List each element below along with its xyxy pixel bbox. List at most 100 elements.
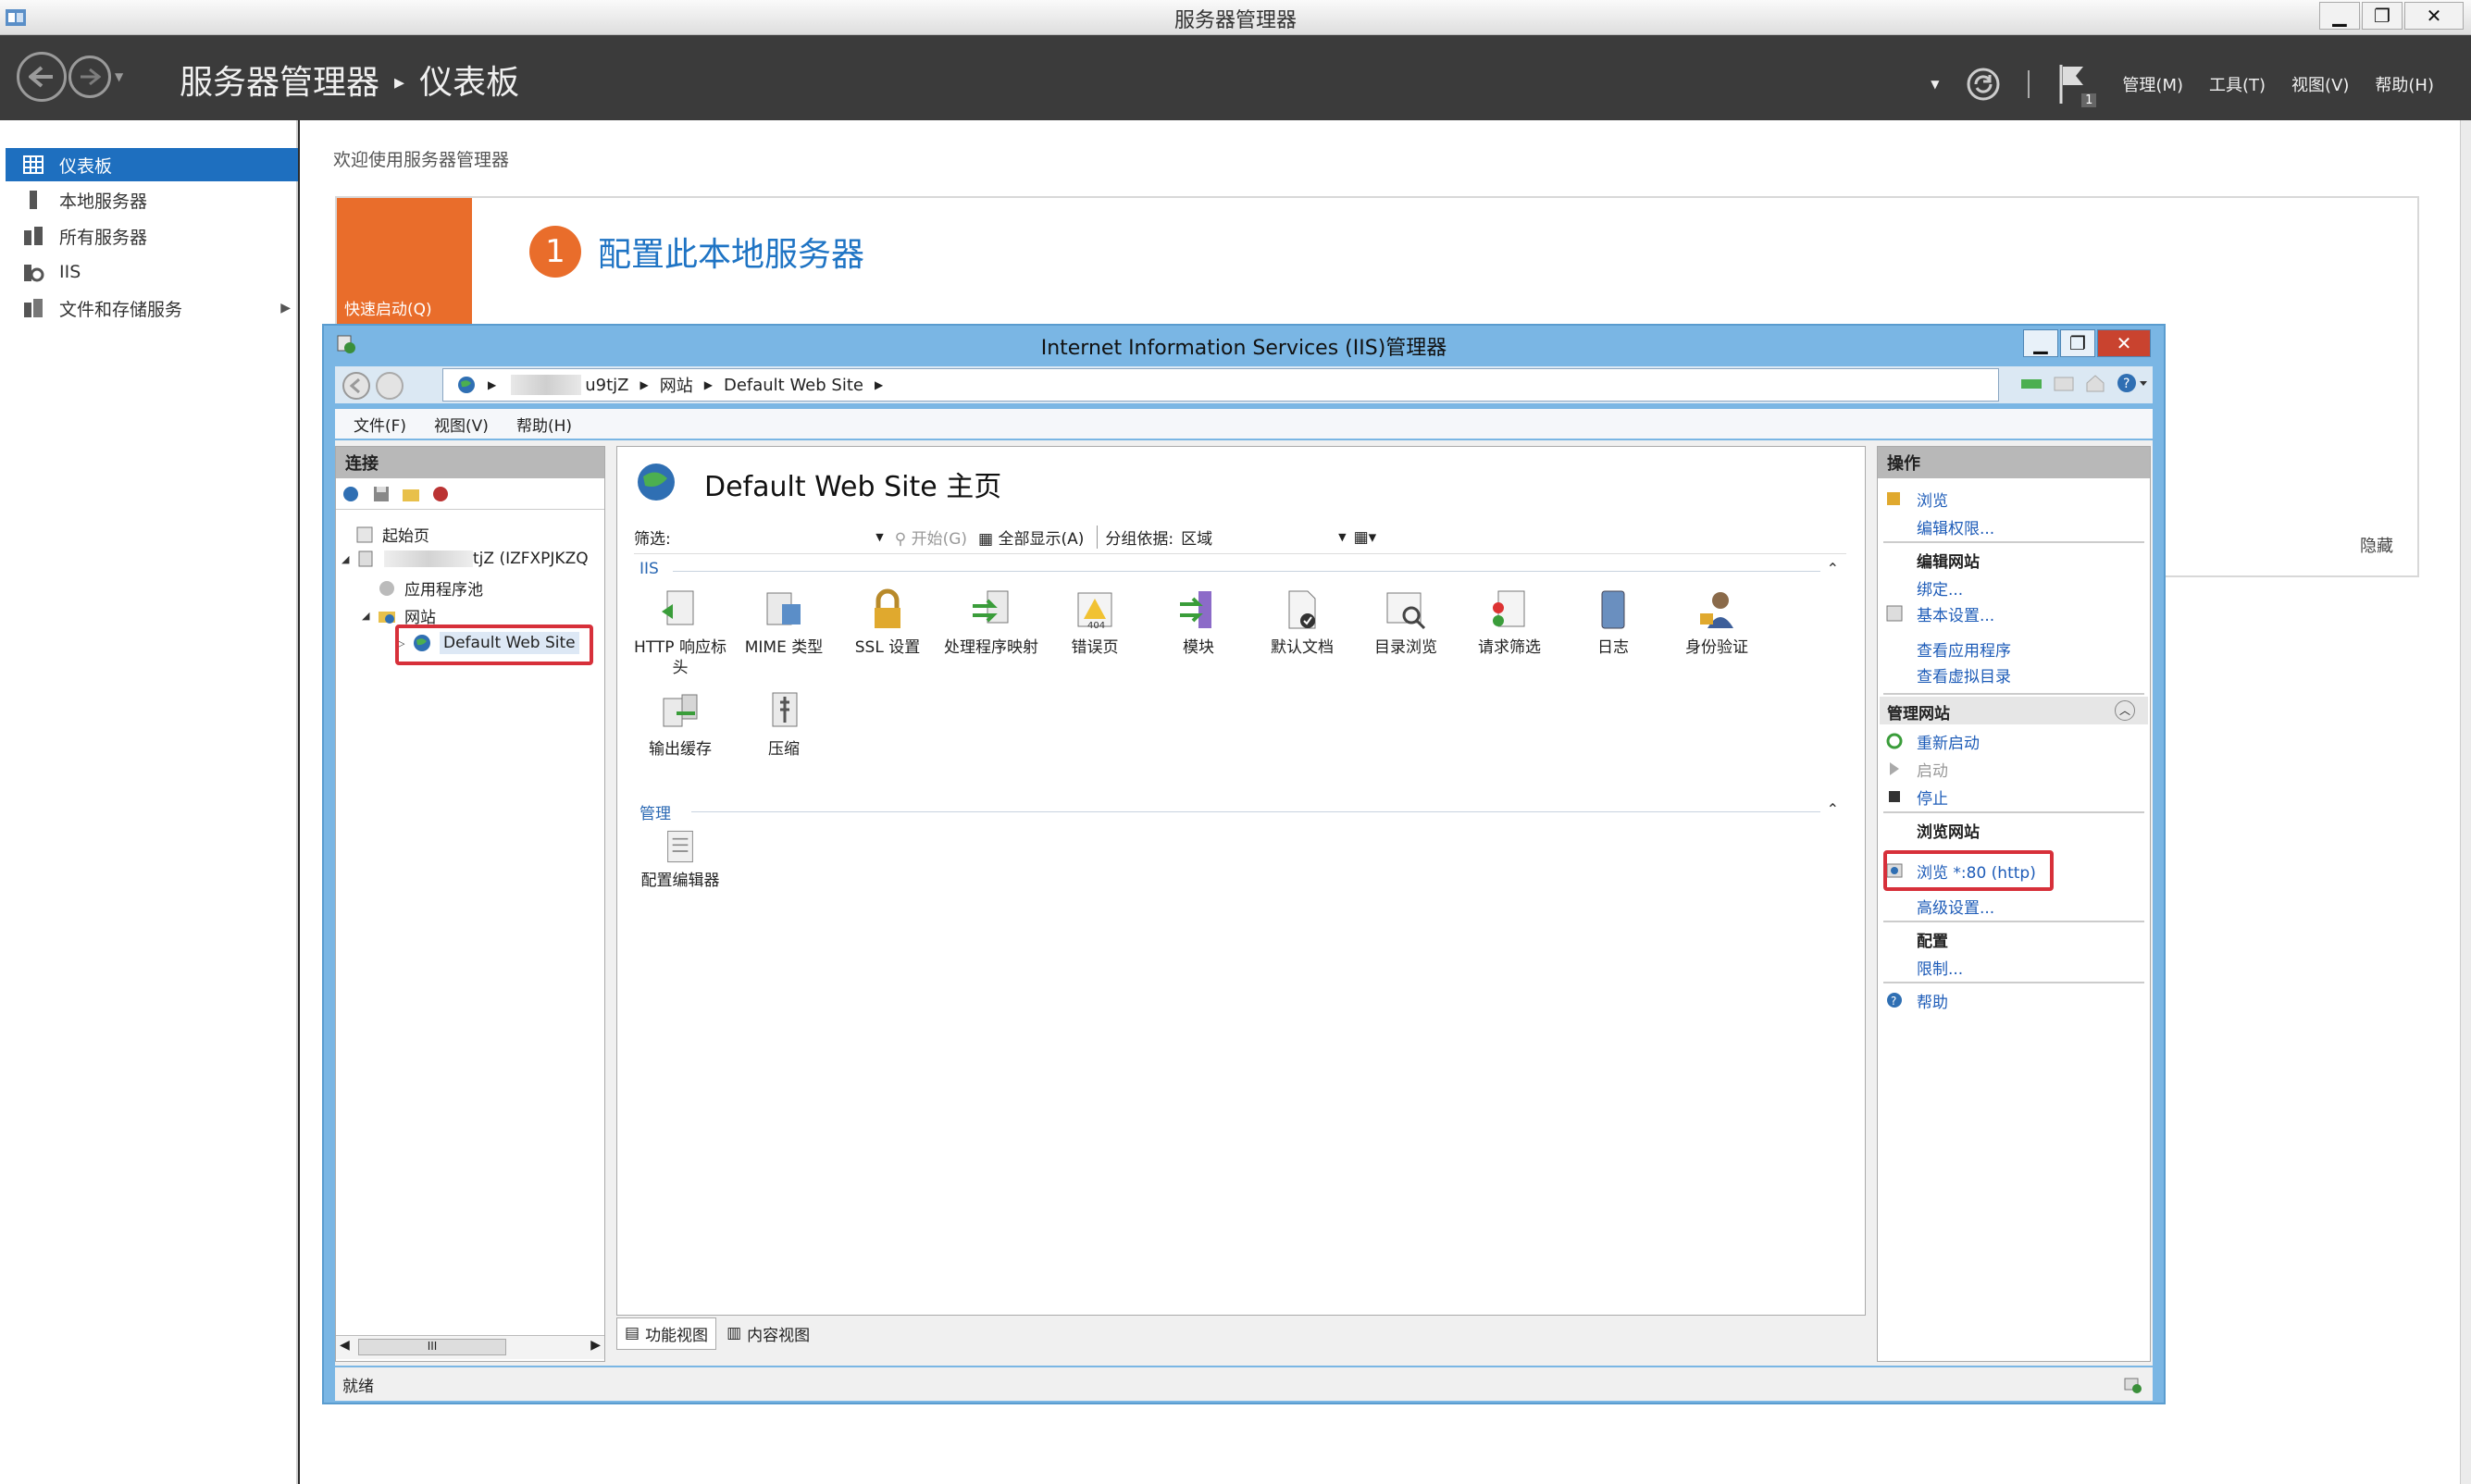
mail-icon[interactable] (2053, 374, 2075, 394)
help-icon: ? (1887, 993, 1902, 1008)
action-stop[interactable]: 停止 (1917, 785, 1948, 809)
restore-button[interactable]: ❐ (2362, 2, 2403, 30)
breadcrumb-root[interactable]: 服务器管理器 (180, 64, 379, 102)
tree-start-page[interactable]: 起始页 (354, 523, 429, 546)
sidebar-item-label: 文件和存储服务 (59, 299, 183, 320)
feature-http-headers[interactable]: HTTP 响应标头 (628, 587, 732, 678)
hide-link[interactable]: 隐藏 (2360, 533, 2393, 557)
tab-content-view[interactable]: ▥ 内容视图 (718, 1317, 819, 1350)
dropdown-icon[interactable]: ▼ (1931, 78, 1939, 91)
collapse-group-icon[interactable]: ⌃ (1827, 560, 1839, 577)
auth-icon (1700, 592, 1733, 628)
feature-ssl-settings[interactable]: SSL 设置 (836, 587, 939, 658)
forward-button[interactable] (68, 56, 111, 98)
header-divider (2028, 70, 2030, 98)
home-icon[interactable] (2084, 372, 2106, 394)
feature-modules[interactable]: 模块 (1147, 587, 1250, 658)
action-advanced-settings[interactable]: 高级设置... (1917, 895, 1994, 918)
connect-icon[interactable] (341, 484, 362, 504)
menu-help[interactable]: 帮助(H) (516, 413, 572, 436)
menu-manage[interactable]: 管理(M) (2122, 72, 2183, 96)
actions-divider (1883, 982, 2144, 983)
refresh-icon[interactable] (1965, 66, 2002, 103)
action-view-virtual-dirs[interactable]: 查看虚拟目录 (1917, 663, 2011, 686)
scroll-right-icon[interactable]: ▶ (590, 1338, 601, 1353)
up-folder-icon[interactable] (401, 484, 421, 504)
action-limits[interactable]: 限制... (1917, 956, 1963, 979)
close-button[interactable]: ✕ (2404, 2, 2464, 30)
status-connection-icon (2124, 1378, 2142, 1393)
save-icon[interactable] (371, 484, 391, 504)
filter-input[interactable]: ▼ (671, 531, 883, 544)
iis-close-button[interactable]: ✕ (2097, 329, 2151, 357)
minimize-button[interactable]: ▁ (2319, 2, 2360, 30)
iis-maximize-button[interactable]: ❐ (2060, 329, 2095, 357)
sidebar-item-iis[interactable]: IIS (6, 255, 298, 289)
disconnect-icon[interactable] (430, 484, 451, 504)
network-icon[interactable] (2019, 374, 2043, 394)
address-server[interactable]: u9tjZ (585, 376, 628, 395)
menu-view[interactable]: 视图(V) (2291, 72, 2349, 96)
feature-default-document[interactable]: 默认文档 (1250, 587, 1354, 658)
group-by-dropdown-icon[interactable]: ▼ (1338, 531, 1346, 543)
feature-error-pages[interactable]: 404 错误页 (1043, 587, 1147, 658)
collapse-icon[interactable]: ◢ (362, 610, 377, 622)
quickstart-label: 快速启动(Q) (344, 301, 432, 319)
action-edit-permissions[interactable]: 编辑权限... (1917, 515, 1994, 538)
feature-request-filtering[interactable]: 请求筛选 (1458, 587, 1561, 658)
action-help[interactable]: 帮助 (1917, 989, 1948, 1012)
iis-minimize-button[interactable]: ▁ (2023, 329, 2058, 357)
collapse-group-icon[interactable]: ⌃ (1827, 800, 1839, 818)
address-sites[interactable]: 网站 (660, 373, 693, 397)
scroll-thumb[interactable]: III (358, 1339, 506, 1355)
action-bindings[interactable]: 绑定... (1917, 576, 1963, 600)
connections-horizontal-scrollbar[interactable]: ◀ III ▶ (336, 1335, 604, 1359)
feature-authentication[interactable]: 身份验证 (1665, 587, 1769, 658)
quickstart-tile[interactable]: 快速启动(Q) (337, 198, 472, 328)
address-site[interactable]: Default Web Site (724, 376, 863, 395)
redacted-server-name (384, 550, 473, 567)
feature-logging[interactable]: 日志 (1561, 587, 1665, 658)
iis-forward-icon[interactable] (374, 370, 405, 402)
scroll-left-icon[interactable]: ◀ (340, 1338, 350, 1353)
sidebar-item-file-storage[interactable]: 文件和存储服务 ▶ (6, 291, 298, 325)
feature-directory-browsing[interactable]: 目录浏览 (1354, 587, 1458, 658)
feature-handler-mappings[interactable]: 处理程序映射 (939, 587, 1043, 658)
help-dropdown-icon[interactable]: ? (2116, 372, 2149, 394)
menu-view[interactable]: 视图(V) (434, 413, 489, 436)
action-restart[interactable]: 重新启动 (1917, 730, 1980, 753)
address-bar[interactable]: ▶ u9tjZ ▶ 网站 ▶ Default Web Site ▶ (442, 368, 1999, 402)
filter-start-button[interactable]: ⚲ 开始(G) (895, 526, 967, 549)
tab-features-view[interactable]: ▤ 功能视图 (616, 1317, 717, 1350)
history-dropdown-icon[interactable]: ▼ (115, 70, 123, 83)
expand-arrow-icon[interactable]: ▶ (280, 301, 291, 315)
notifications-flag[interactable]: 1 (2055, 61, 2097, 107)
tree-server[interactable]: ◢ tjZ (IZFXPJKZQ (341, 549, 589, 569)
feature-config-editor[interactable]: 配置编辑器 (628, 828, 732, 891)
view-mode-icon[interactable]: ▦▾ (1354, 528, 1377, 547)
feature-output-caching[interactable]: 输出缓存 (628, 689, 732, 760)
scrollbar[interactable] (2460, 120, 2471, 1484)
sidebar-item-dashboard[interactable]: 仪表板 (6, 148, 298, 181)
svg-text:?: ? (2123, 377, 2130, 391)
menu-tools[interactable]: 工具(T) (2209, 72, 2266, 96)
action-browse[interactable]: 浏览 (1917, 488, 1948, 511)
back-button[interactable] (17, 52, 67, 102)
actions-divider (1883, 921, 2144, 922)
collapse-icon[interactable]: ◢ (341, 553, 356, 565)
tree-app-pools[interactable]: 应用程序池 (377, 576, 483, 600)
collapse-section-icon[interactable]: ︿ (2115, 700, 2135, 721)
configure-local-server-link[interactable]: 配置此本地服务器 (598, 228, 864, 276)
ssl-lock-icon (875, 588, 900, 628)
sidebar-item-local-server[interactable]: 本地服务器 (6, 183, 298, 216)
action-view-applications[interactable]: 查看应用程序 (1917, 637, 2011, 661)
menu-file[interactable]: 文件(F) (354, 413, 406, 436)
group-by-select[interactable]: 区域 (1181, 526, 1338, 549)
iis-back-icon[interactable] (341, 370, 372, 402)
menu-help[interactable]: 帮助(H) (2375, 72, 2434, 96)
feature-compression[interactable]: 压缩 (732, 689, 836, 760)
action-basic-settings[interactable]: 基本设置... (1917, 602, 1994, 625)
feature-mime-types[interactable]: MIME 类型 (732, 587, 836, 658)
show-all-button[interactable]: ▦ 全部显示(A) (978, 526, 1084, 549)
sidebar-item-all-servers[interactable]: 所有服务器 (6, 219, 298, 253)
